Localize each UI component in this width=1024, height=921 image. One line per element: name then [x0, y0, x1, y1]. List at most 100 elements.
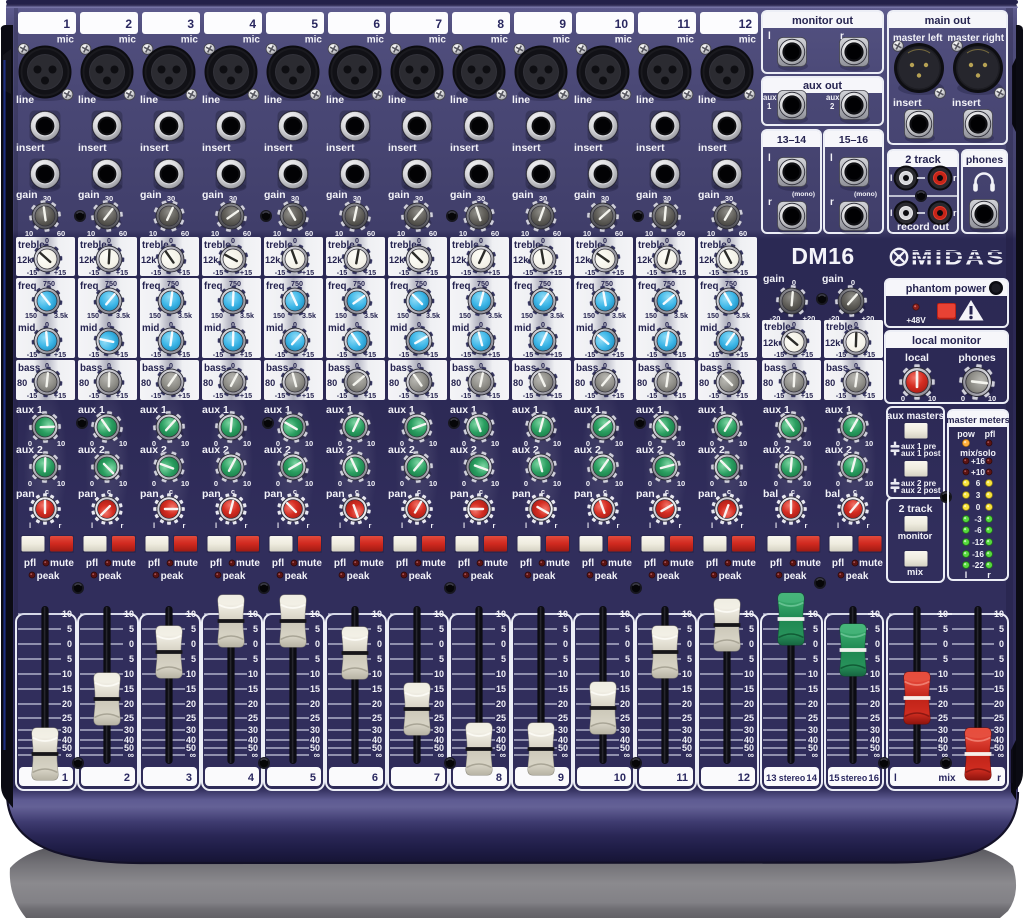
svg-text:mute: mute: [50, 558, 74, 569]
svg-text:-15: -15: [213, 268, 223, 277]
svg-text:25: 25: [994, 713, 1004, 723]
svg-text:80: 80: [389, 378, 399, 388]
svg-text:12k: 12k: [79, 255, 95, 265]
svg-text:60: 60: [57, 229, 65, 238]
svg-text:l: l: [339, 521, 341, 530]
svg-text:+15: +15: [550, 268, 562, 277]
svg-text:insert: insert: [388, 142, 417, 154]
svg-text:10: 10: [149, 229, 157, 238]
svg-text:mic: mic: [181, 35, 199, 46]
svg-text:l: l: [649, 521, 651, 530]
svg-text:80: 80: [513, 378, 523, 388]
svg-text:12: 12: [739, 17, 753, 31]
svg-text:60: 60: [243, 229, 251, 238]
svg-text:line: line: [202, 94, 220, 106]
svg-text:0: 0: [648, 479, 652, 488]
svg-text:10: 10: [305, 439, 313, 448]
svg-text:pfl: pfl: [210, 558, 222, 569]
svg-text:80: 80: [575, 378, 585, 388]
svg-text:80: 80: [17, 378, 27, 388]
svg-text:+15: +15: [426, 391, 438, 400]
svg-text:-22: -22: [972, 561, 984, 570]
svg-text:pan: pan: [16, 488, 35, 500]
svg-text:r: r: [59, 521, 62, 530]
svg-text:+15: +15: [674, 350, 686, 359]
svg-text:-15: -15: [585, 391, 595, 400]
svg-text:0: 0: [152, 479, 156, 488]
svg-text:5: 5: [253, 654, 258, 664]
svg-text:15: 15: [124, 684, 134, 694]
svg-text:5: 5: [687, 624, 692, 634]
svg-text:3.5k: 3.5k: [302, 311, 316, 320]
svg-text:10: 10: [62, 669, 72, 679]
svg-text:10: 10: [124, 609, 134, 619]
svg-text:-15: -15: [523, 268, 533, 277]
svg-text:10: 10: [558, 669, 568, 679]
svg-text:10: 10: [181, 439, 189, 448]
svg-text:mid: mid: [18, 323, 35, 334]
svg-text:bass: bass: [826, 363, 849, 374]
svg-text:10: 10: [620, 669, 630, 679]
svg-text:10: 10: [994, 609, 1004, 619]
svg-text:15: 15: [62, 684, 72, 694]
svg-text:25: 25: [938, 713, 948, 723]
svg-text:+15: +15: [116, 350, 128, 359]
svg-text:-15: -15: [709, 268, 719, 277]
svg-text:80: 80: [265, 378, 275, 388]
svg-text:-15: -15: [89, 391, 99, 400]
svg-text:l: l: [153, 521, 155, 530]
svg-text:+15: +15: [801, 350, 813, 359]
svg-text:+15: +15: [488, 268, 500, 277]
svg-text:25: 25: [496, 713, 506, 723]
svg-text:10: 10: [429, 439, 437, 448]
svg-text:6: 6: [976, 479, 981, 488]
svg-text:mid: mid: [576, 323, 593, 334]
svg-text:0: 0: [961, 394, 965, 403]
svg-text:gain: gain: [822, 273, 844, 285]
svg-text:-15: -15: [461, 350, 471, 359]
svg-text:12k: 12k: [637, 255, 653, 265]
svg-text:60: 60: [677, 229, 685, 238]
svg-text:80: 80: [637, 378, 647, 388]
svg-text:-15: -15: [523, 391, 533, 400]
svg-text:750: 750: [291, 279, 303, 288]
svg-text:+15: +15: [488, 350, 500, 359]
svg-text:mid: mid: [514, 323, 531, 334]
svg-text:r: r: [953, 173, 957, 183]
svg-text:0: 0: [586, 479, 590, 488]
svg-text:+15: +15: [364, 268, 376, 277]
svg-text:10: 10: [243, 439, 251, 448]
svg-text:0: 0: [901, 394, 905, 403]
svg-text:10: 10: [938, 609, 948, 619]
svg-text:MIDAS: MIDAS: [911, 247, 1006, 270]
svg-text:8: 8: [496, 772, 502, 784]
svg-text:pfl: pfl: [148, 558, 160, 569]
svg-text:150: 150: [335, 311, 347, 320]
svg-text:aux: aux: [826, 93, 840, 102]
svg-text:0: 0: [462, 479, 466, 488]
svg-text:10: 10: [397, 229, 405, 238]
svg-text:mute: mute: [670, 558, 694, 569]
svg-text:0: 0: [727, 236, 731, 245]
svg-text:7: 7: [435, 17, 442, 31]
svg-text:5: 5: [563, 654, 568, 664]
svg-text:150: 150: [521, 311, 533, 320]
svg-text:25: 25: [62, 713, 72, 723]
svg-text:pow: pow: [957, 429, 975, 439]
svg-text:5: 5: [875, 624, 880, 634]
svg-text:mic: mic: [615, 35, 633, 46]
svg-text:30: 30: [124, 725, 134, 735]
svg-text:80: 80: [79, 378, 89, 388]
svg-text:mute: mute: [546, 558, 570, 569]
svg-text:80: 80: [825, 378, 835, 388]
svg-text:pan: pan: [140, 488, 159, 500]
svg-text:insert: insert: [140, 142, 169, 154]
svg-text:5: 5: [625, 654, 630, 664]
svg-text:5: 5: [875, 654, 880, 664]
svg-text:mid: mid: [80, 323, 97, 334]
svg-text:5: 5: [749, 624, 754, 634]
svg-text:line: line: [636, 94, 654, 106]
svg-text:r: r: [768, 197, 772, 208]
svg-text:2 track: 2 track: [899, 503, 933, 515]
svg-text:peak: peak: [595, 571, 618, 582]
